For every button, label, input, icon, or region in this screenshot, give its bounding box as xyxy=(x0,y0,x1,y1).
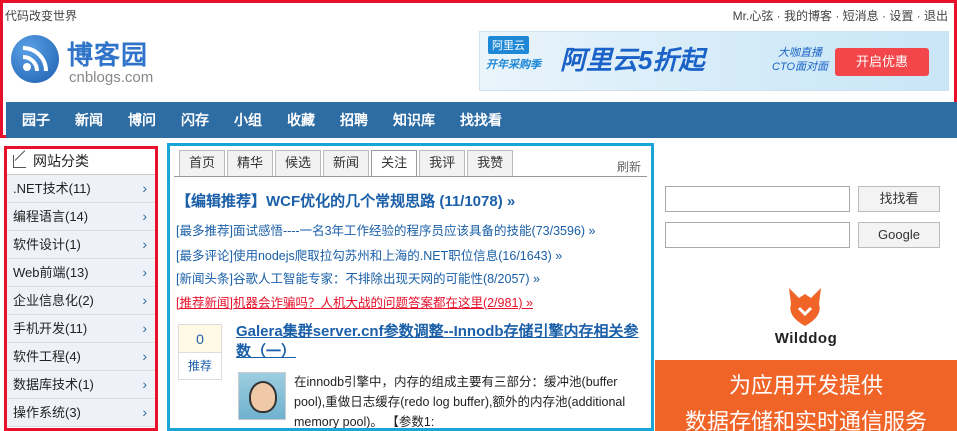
zzk-search-button[interactable]: 找找看 xyxy=(858,186,940,212)
banner-title: 阿里云5折起 xyxy=(560,45,705,75)
nav-item[interactable]: 知识库 xyxy=(377,102,444,138)
category-item[interactable]: 手机开发(11) › xyxy=(7,315,155,343)
category-title: 网站分类 xyxy=(33,153,89,169)
chevron-right-icon: › xyxy=(142,180,147,196)
banner-brand: 阿里云 xyxy=(488,36,529,54)
nav-item[interactable]: 博问 xyxy=(112,102,165,138)
avatar-face xyxy=(249,381,277,413)
category-panel: 网站分类 .NET技术(11) › 编程语言(14) › 软件设计(1) › Web前… xyxy=(4,146,158,431)
category-label: 数据库技术(1) xyxy=(13,377,94,392)
banner-cta-button[interactable]: 开启优惠 xyxy=(835,48,929,76)
tab-candidates[interactable]: 候选 xyxy=(275,150,322,176)
google-search-input[interactable] xyxy=(665,222,850,248)
chevron-right-icon: › xyxy=(142,236,147,252)
main-nav: 园子 新闻 博问 闪存 小组 收藏 招聘 知识库 找找看 xyxy=(6,102,957,138)
tab-divider xyxy=(174,176,647,177)
category-label: 编程语言(14) xyxy=(13,209,89,224)
refresh-link[interactable]: 刷新 xyxy=(617,158,641,175)
tab-following[interactable]: 关注 xyxy=(371,150,418,177)
nav-item[interactable]: 小组 xyxy=(218,102,271,138)
category-label: 软件工程(4) xyxy=(13,349,81,364)
vote-box[interactable]: 0 推荐 xyxy=(178,324,222,380)
ad-line-1: 为应用开发提供 xyxy=(728,373,883,398)
site-header: 代码改变世界 Mr.心弦 · 我的博客 · 短消息 · 设置 · 退出 博客园 … xyxy=(0,0,957,138)
user-links[interactable]: Mr.心弦 · 我的博客 · 短消息 · 设置 · 退出 xyxy=(733,7,948,24)
arrow-icon xyxy=(13,155,26,168)
ad-brand: Wilddog xyxy=(774,330,838,347)
sidebar-ad[interactable]: Wilddog 为应用开发提供 数据存储和实时通信服务 xyxy=(655,258,957,431)
top-recommended-link[interactable]: [最多推荐]面试感悟----一名3年工作经验的程序员应该具备的技能(73/359… xyxy=(176,220,595,239)
tab-home[interactable]: 首页 xyxy=(179,150,226,176)
tab-featured[interactable]: 精华 xyxy=(227,150,274,176)
banner-subtitle: 大咖直播 CTO面对面 xyxy=(772,46,828,74)
category-item[interactable]: 数据库技术(1) › xyxy=(7,371,155,399)
category-item[interactable]: .NET技术(11) › xyxy=(7,175,155,203)
news-headline-link[interactable]: [新闻头条]谷歌人工智能专家：不排除出现天网的可能性(8/2057) » xyxy=(176,268,540,287)
rss-logo-icon xyxy=(11,35,59,83)
category-item[interactable]: Web前端(13) › xyxy=(7,259,155,287)
category-label: .NET技术(11) xyxy=(13,181,91,196)
category-label: 手机开发(11) xyxy=(13,321,88,336)
logo-domain: cnblogs.com xyxy=(69,69,154,86)
banner-sub-line2: CTO面对面 xyxy=(772,61,829,73)
google-search-button[interactable]: Google xyxy=(858,222,940,248)
fox-logo-icon xyxy=(785,284,825,328)
site-logo[interactable]: 博客园 cnblogs.com xyxy=(11,33,181,89)
nav-item[interactable]: 新闻 xyxy=(59,102,112,138)
ad-banner[interactable]: 阿里云 开年采购季 阿里云5折起 大咖直播 CTO面对面 开启优惠 xyxy=(479,31,949,91)
tab-my-comments[interactable]: 我评 xyxy=(419,150,466,176)
editor-pick-link[interactable]: 【编辑推荐】WCF优化的几个常规思路 (11/1078) » xyxy=(176,190,515,211)
chevron-right-icon: › xyxy=(142,292,147,308)
chevron-right-icon: › xyxy=(142,404,147,420)
chevron-right-icon: › xyxy=(142,320,147,336)
chevron-right-icon: › xyxy=(142,264,147,280)
ad-slogan: 为应用开发提供 数据存储和实时通信服务 xyxy=(655,360,957,431)
banner-sub-line1: 大咖直播 xyxy=(778,47,823,59)
recommend-button[interactable]: 推荐 xyxy=(179,353,221,379)
recommended-news-link[interactable]: [推荐新闻]机器会诈骗吗？人机大战的问题答案都在这里(2/981) » xyxy=(176,292,533,311)
category-label: 操作系统(3) xyxy=(13,405,81,420)
banner-badge: 开年采购季 xyxy=(486,59,541,71)
category-label: 软件设计(1) xyxy=(13,237,81,252)
ad-line-2: 数据存储和实时通信服务 xyxy=(684,409,927,431)
content-panel: 首页 精华 候选 新闻 关注 我评 我赞 刷新 【编辑推荐】WCF优化的几个常规思路 (11… xyxy=(167,143,654,431)
zzk-search-input[interactable] xyxy=(665,186,850,212)
category-item[interactable]: 企业信息化(2) › xyxy=(7,287,155,315)
top-bar: 代码改变世界 Mr.心弦 · 我的博客 · 短消息 · 设置 · 退出 xyxy=(3,3,954,25)
nav-item[interactable]: 闪存 xyxy=(165,102,218,138)
category-item[interactable]: 操作系统(3) › xyxy=(7,399,155,427)
category-header: 网站分类 xyxy=(7,149,155,175)
category-item[interactable]: 软件工程(4) › xyxy=(7,343,155,371)
category-item[interactable]: 编程语言(14) › xyxy=(7,203,155,231)
avatar[interactable] xyxy=(238,372,286,420)
top-commented-link[interactable]: [最多评论]使用nodejs爬取拉勾苏州和上海的.NET职位信息(16/1643… xyxy=(176,245,562,264)
category-label: Web前端(13) xyxy=(13,265,89,280)
chevron-right-icon: › xyxy=(142,208,147,224)
post-title[interactable]: Galera集群server.cnf参数调整--Innodb存储引擎内存相关参数… xyxy=(236,322,640,362)
post-excerpt: 在innodb引擎中，内存的组成主要有三部分：缓冲池(buffer pool),… xyxy=(294,375,626,429)
category-item[interactable]: 软件设计(1) › xyxy=(7,231,155,259)
vote-count: 0 xyxy=(179,325,221,353)
category-label: 企业信息化(2) xyxy=(13,293,94,308)
nav-item[interactable]: 园子 xyxy=(6,102,59,138)
tab-news[interactable]: 新闻 xyxy=(323,150,370,176)
site-slogan: 代码改变世界 xyxy=(5,9,78,23)
logo-name: 博客园 xyxy=(67,40,149,70)
chevron-right-icon: › xyxy=(142,348,147,364)
chevron-right-icon: › xyxy=(142,376,147,392)
nav-item[interactable]: 收藏 xyxy=(271,102,324,138)
nav-item[interactable]: 招聘 xyxy=(324,102,377,138)
tab-bar: 首页 精华 候选 新闻 关注 我评 我赞 xyxy=(179,150,515,177)
nav-item[interactable]: 找找看 xyxy=(444,102,511,138)
tab-my-likes[interactable]: 我赞 xyxy=(467,150,514,176)
